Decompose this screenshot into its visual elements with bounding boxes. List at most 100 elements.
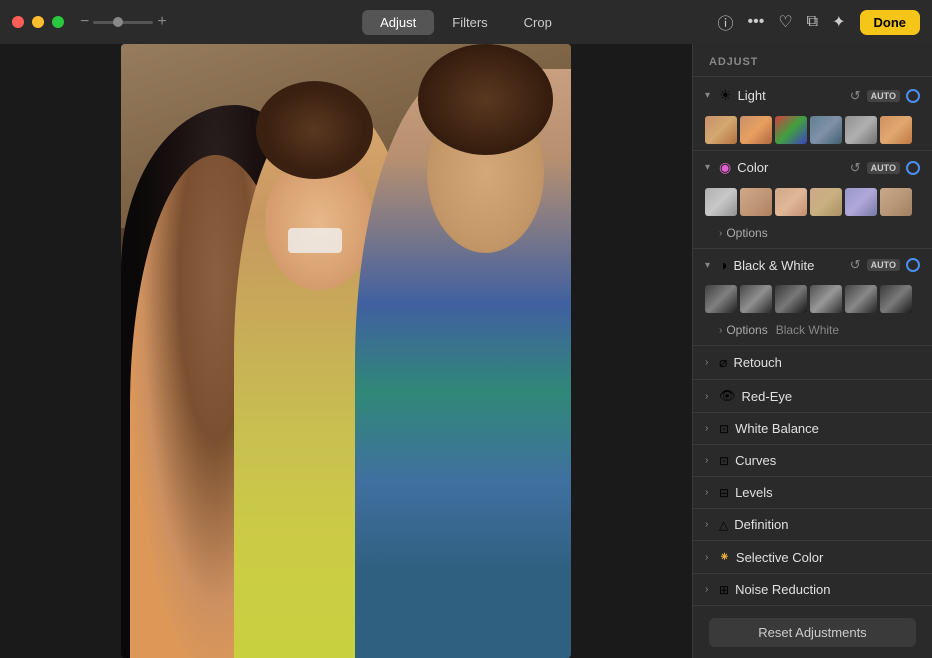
levels-label: Levels	[735, 485, 920, 500]
bw-auto-badge[interactable]: AUTO	[867, 259, 900, 271]
redeye-chevron-icon: ›	[705, 391, 715, 402]
section-levels-header[interactable]: › ⊟ Levels	[693, 477, 932, 508]
bw-thumb-3[interactable]	[810, 285, 842, 313]
color-toggle[interactable]	[906, 161, 920, 175]
tab-filters[interactable]: Filters	[434, 10, 505, 35]
light-toggle[interactable]	[906, 89, 920, 103]
main-content: ADJUST ▾ ☀ Light ↺ AUTO	[0, 44, 932, 658]
color-thumbnails	[693, 184, 932, 222]
section-definition-header[interactable]: › △ Definition	[693, 509, 932, 540]
bw-thumb-0[interactable]	[705, 285, 737, 313]
reset-container: Reset Adjustments	[693, 606, 932, 658]
whitebalance-label: White Balance	[735, 421, 920, 436]
color-controls: ↺ AUTO	[850, 160, 920, 176]
panel-title: ADJUST	[693, 44, 932, 76]
bw-toggle[interactable]	[906, 258, 920, 272]
retouch-label: Retouch	[733, 355, 920, 370]
light-label: Light	[738, 88, 850, 103]
photo-selfie	[121, 44, 571, 658]
maximize-button[interactable]	[52, 16, 64, 28]
definition-label: Definition	[734, 517, 920, 532]
tab-adjust[interactable]: Adjust	[362, 10, 434, 35]
retouch-icon: ⌀	[719, 354, 727, 371]
light-thumb-1[interactable]	[740, 116, 772, 144]
selective-icon: ⁕	[719, 549, 730, 565]
minimize-button[interactable]	[32, 16, 44, 28]
bw-reset-icon[interactable]: ↺	[850, 257, 861, 273]
photo-area	[0, 44, 692, 658]
light-thumb-2[interactable]	[775, 116, 807, 144]
section-retouch-header[interactable]: › ⌀ Retouch	[693, 346, 932, 379]
section-selective-header[interactable]: › ⁕ Selective Color	[693, 541, 932, 573]
bw-thumb-1[interactable]	[740, 285, 772, 313]
zoom-out-button[interactable]: −	[80, 13, 89, 31]
section-curves-header[interactable]: › ⊡ Curves	[693, 445, 932, 476]
section-retouch: › ⌀ Retouch	[693, 346, 932, 380]
zoom-slider-thumb	[113, 17, 123, 27]
section-levels: › ⊟ Levels	[693, 477, 932, 509]
toolbar-right: ⓘ ••• ♡ ⧉ ✦ Done	[717, 10, 920, 35]
redeye-label: Red-Eye	[742, 389, 920, 404]
section-whitebalance-header[interactable]: › ⊡ White Balance	[693, 413, 932, 444]
tab-crop[interactable]: Crop	[506, 10, 570, 35]
noise-label: Noise Reduction	[735, 582, 920, 597]
color-thumb-5[interactable]	[880, 188, 912, 216]
light-chevron-icon: ▾	[705, 90, 715, 101]
tab-group: Adjust Filters Crop	[362, 10, 570, 35]
light-thumb-3[interactable]	[810, 116, 842, 144]
retouch-chevron-icon: ›	[705, 357, 715, 368]
whitebalance-icon: ⊡	[719, 422, 729, 436]
color-thumb-0[interactable]	[705, 188, 737, 216]
selective-chevron-icon: ›	[705, 552, 715, 563]
color-thumb-3[interactable]	[810, 188, 842, 216]
color-reset-icon[interactable]: ↺	[850, 160, 861, 176]
color-auto-badge[interactable]: AUTO	[867, 162, 900, 174]
done-button[interactable]: Done	[860, 10, 921, 35]
redeye-icon: 👁	[719, 388, 736, 404]
color-thumb-1[interactable]	[740, 188, 772, 216]
bw-options-sub: Black White	[776, 323, 839, 337]
crop-icon[interactable]: ⧉	[807, 13, 818, 31]
color-options-label: Options	[726, 226, 767, 240]
close-button[interactable]	[12, 16, 24, 28]
section-light-header[interactable]: ▾ ☀ Light ↺ AUTO	[693, 79, 932, 112]
section-bw-header[interactable]: ▾ ◑ Black & White ↺ AUTO	[693, 249, 932, 281]
share-icon[interactable]: ✦	[832, 12, 845, 32]
color-thumb-4[interactable]	[845, 188, 877, 216]
light-thumb-0[interactable]	[705, 116, 737, 144]
section-redeye-header[interactable]: › 👁 Red-Eye	[693, 380, 932, 412]
light-sun-icon: ☀	[719, 87, 732, 104]
light-thumb-4[interactable]	[845, 116, 877, 144]
light-controls: ↺ AUTO	[850, 88, 920, 104]
favorite-icon[interactable]: ♡	[778, 12, 792, 32]
section-light: ▾ ☀ Light ↺ AUTO	[693, 79, 932, 151]
section-bw: ▾ ◑ Black & White ↺ AUTO	[693, 249, 932, 346]
scrollable-panel[interactable]: ▾ ☀ Light ↺ AUTO	[693, 79, 932, 658]
zoom-in-button[interactable]: +	[157, 13, 166, 31]
color-thumb-2[interactable]	[775, 188, 807, 216]
bw-thumbnails	[693, 281, 932, 319]
light-auto-badge[interactable]: AUTO	[867, 90, 900, 102]
section-noise-header[interactable]: › ⊞ Noise Reduction	[693, 574, 932, 605]
traffic-lights	[12, 16, 64, 28]
zoom-slider[interactable]	[93, 21, 153, 24]
color-icon: ◉	[719, 159, 731, 176]
color-options-chevron-icon: ›	[719, 228, 722, 239]
bw-options-label: Options	[726, 323, 767, 337]
reset-adjustments-button[interactable]: Reset Adjustments	[709, 618, 916, 647]
more-icon[interactable]: •••	[748, 13, 765, 31]
info-icon[interactable]: ⓘ	[717, 10, 733, 34]
section-definition: › △ Definition	[693, 509, 932, 541]
section-color-header[interactable]: ▾ ◉ Color ↺ AUTO	[693, 151, 932, 184]
light-thumb-5[interactable]	[880, 116, 912, 144]
section-color: ▾ ◉ Color ↺ AUTO	[693, 151, 932, 249]
color-options-row[interactable]: › Options	[693, 222, 932, 248]
bw-thumb-5[interactable]	[880, 285, 912, 313]
bw-thumb-2[interactable]	[775, 285, 807, 313]
section-curves: › ⊡ Curves	[693, 445, 932, 477]
bw-thumb-4[interactable]	[845, 285, 877, 313]
light-reset-icon[interactable]: ↺	[850, 88, 861, 104]
selective-label: Selective Color	[736, 550, 920, 565]
definition-icon: △	[719, 518, 728, 532]
bw-options-row[interactable]: › Options Black White	[693, 319, 932, 345]
